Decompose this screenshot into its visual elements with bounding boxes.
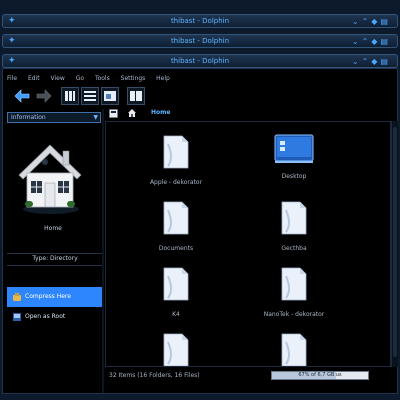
folder-icon xyxy=(163,267,189,301)
file-item[interactable]: NanoTek II - dekorator xyxy=(116,330,236,366)
home-icon[interactable] xyxy=(127,108,137,118)
window-titlebar-1[interactable]: ✦ thibast - Dolphin ⌄⌃◆▤ xyxy=(2,14,398,28)
file-item-label: NanoTek - dekorator xyxy=(263,311,325,318)
information-panel: Information ▼ Home Type: Directory Compr… xyxy=(5,109,103,393)
folder-icon xyxy=(281,267,307,301)
panel-selector-value: Information xyxy=(11,114,46,121)
window-controls[interactable]: ⌄⌃◆▤ xyxy=(352,56,391,67)
window-controls[interactable]: ⌄⌃◆▤ xyxy=(352,36,391,47)
menu-bar: File Edit View Go Tools Settings Help xyxy=(7,75,179,85)
menu-view[interactable]: View xyxy=(51,75,65,82)
file-item[interactable]: Desktop xyxy=(234,132,354,180)
back-button[interactable] xyxy=(13,87,31,105)
disk-capacity-bar: 67% of 6,7 GB us xyxy=(271,371,369,380)
breadcrumb-home[interactable]: Home xyxy=(151,109,170,116)
menu-file[interactable]: File xyxy=(7,75,17,82)
folder-icon xyxy=(163,135,189,169)
folder-icon xyxy=(281,201,307,235)
location-bar: Home xyxy=(105,107,397,121)
open-as-root-action[interactable]: Open as Root xyxy=(7,307,103,327)
terminal-icon xyxy=(13,313,21,321)
icons-view-icon xyxy=(65,91,75,101)
file-view: Apple - dekorator Desktop Documents Gecthba… xyxy=(105,121,391,367)
menu-go[interactable]: Go xyxy=(76,75,84,82)
file-item-label: Documents xyxy=(158,245,194,252)
folder-icon xyxy=(281,333,307,366)
window-title: thibast - Dolphin xyxy=(170,17,230,25)
vertical-scrollbar[interactable] xyxy=(391,121,398,367)
window-title: thibast - Dolphin xyxy=(170,37,230,45)
file-item-label: Desktop xyxy=(281,173,307,180)
file-item[interactable]: NanoTek - dekorator xyxy=(234,264,354,318)
file-item[interactable]: Documents xyxy=(116,198,236,252)
forward-button[interactable] xyxy=(35,87,53,105)
details-view-icon xyxy=(84,91,96,101)
menu-help[interactable]: Help xyxy=(156,75,170,82)
capacity-text: 67% of 6,7 GB us xyxy=(298,372,342,378)
forward-arrow-icon xyxy=(36,89,52,103)
preview-icon xyxy=(104,91,116,101)
view-icons-button[interactable] xyxy=(61,87,79,105)
menu-tools[interactable]: Tools xyxy=(95,75,110,82)
preview-name: Home xyxy=(44,225,62,232)
file-item-label: Apple - dekorator xyxy=(149,179,203,186)
desktop-folder-icon xyxy=(274,134,314,163)
window-title: thibast - Dolphin xyxy=(170,57,230,65)
file-item-label: K4 xyxy=(172,311,180,318)
window-controls[interactable]: ⌄⌃◆▤ xyxy=(352,16,391,27)
panel-selector[interactable]: Information ▼ xyxy=(7,112,101,123)
chevron-down-icon: ▼ xyxy=(93,114,98,121)
file-item[interactable]: Gecthba xyxy=(234,198,354,252)
menu-edit[interactable]: Edit xyxy=(28,75,40,82)
file-item-label: Gecthba xyxy=(281,245,307,252)
menu-settings[interactable]: Settings xyxy=(121,75,146,82)
window-titlebar-3[interactable]: ✦ thibast - Dolphin ⌄⌃◆▤ xyxy=(2,54,398,68)
dolphin-window: File Edit View Go Tools Settings Help In… xyxy=(2,68,398,394)
action-label: Open as Root xyxy=(25,313,66,320)
split-view-icon xyxy=(130,91,142,101)
window-titlebar-2[interactable]: ✦ thibast - Dolphin ⌄⌃◆▤ xyxy=(2,34,398,48)
folder-icon xyxy=(163,333,189,366)
panel-splitter[interactable] xyxy=(102,109,104,393)
split-view-button[interactable] xyxy=(127,87,145,105)
folder-icon xyxy=(163,201,189,235)
preview-button[interactable] xyxy=(101,87,119,105)
back-arrow-icon xyxy=(14,89,30,103)
home-preview xyxy=(15,135,85,217)
file-item[interactable]: K4 xyxy=(116,264,236,318)
compress-here-action[interactable]: Compress Here xyxy=(7,287,103,307)
scrollbar-thumb[interactable] xyxy=(393,127,397,357)
archive-icon xyxy=(13,293,21,301)
file-item[interactable]: NanoTek III - dekorator xyxy=(234,330,354,366)
status-bar: 32 Items (16 Folders, 16 Files) 67% of 6… xyxy=(105,369,397,383)
view-details-button[interactable] xyxy=(81,87,99,105)
status-summary: 32 Items (16 Folders, 16 Files) xyxy=(109,372,200,379)
house-icon xyxy=(18,144,82,214)
type-info: Type: Directory xyxy=(7,253,103,266)
places-toggle-icon[interactable] xyxy=(109,109,118,118)
action-label: Compress Here xyxy=(25,293,71,300)
file-item[interactable]: Apple - dekorator xyxy=(116,132,236,186)
